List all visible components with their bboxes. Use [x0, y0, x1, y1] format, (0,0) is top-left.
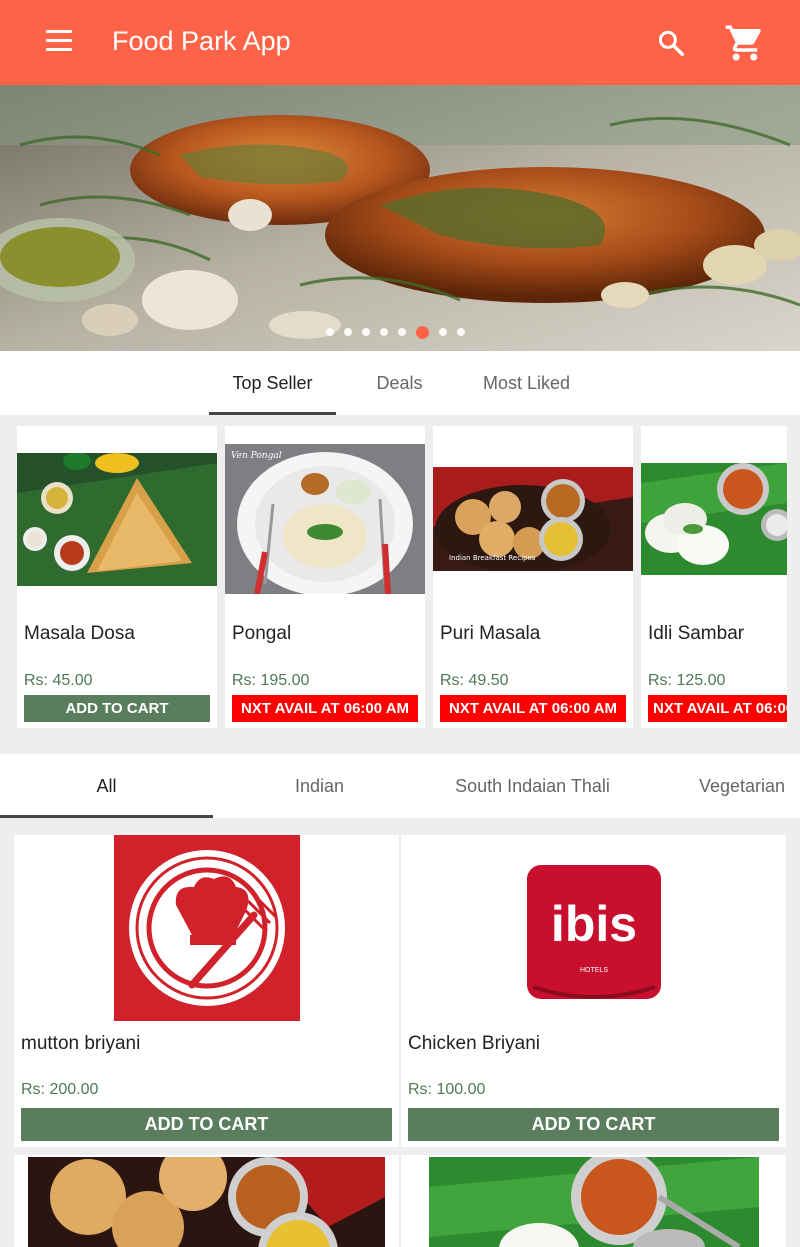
- logo-subtext: HOTELS: [580, 967, 608, 974]
- hero-image: [0, 85, 800, 351]
- tab-label: Indian: [294, 776, 345, 796]
- top-tabs: Top Seller Deals Most Liked: [0, 351, 800, 415]
- tab-top-seller[interactable]: Top Seller: [209, 351, 336, 415]
- restaurant-logo-image: [114, 835, 300, 1021]
- tab-label: Top Seller: [232, 373, 313, 393]
- product-image: [28, 1157, 385, 1247]
- menu-icon[interactable]: [46, 30, 72, 54]
- carousel-dot[interactable]: [457, 328, 465, 336]
- product-price: Rs: 100.00: [408, 1081, 486, 1098]
- product-image: [641, 463, 787, 575]
- carousel-dot[interactable]: [326, 328, 334, 336]
- product-image: [429, 1157, 759, 1247]
- logo-text: ibis: [551, 896, 637, 952]
- top-seller-list[interactable]: Masala Dosa Rs: 45.00 ADD TO CART Ven Po…: [0, 415, 800, 740]
- app-title: Food Park App: [112, 26, 291, 56]
- add-to-cart-button[interactable]: ADD TO CART: [24, 695, 210, 722]
- tab-label: South Indaian Thali: [455, 776, 610, 796]
- carousel-dot[interactable]: [344, 328, 352, 336]
- product-name: Chicken Briyani: [408, 1033, 540, 1054]
- restaurant-logo-image: ibis HOTELS: [527, 865, 661, 999]
- add-to-cart-button[interactable]: ADD TO CART: [21, 1108, 392, 1141]
- product-name: Idli Sambar: [648, 623, 745, 644]
- product-card[interactable]: Masala Dosa Rs: 45.00 ADD TO CART: [17, 426, 217, 728]
- product-image: Indian Breakfast Recipes: [433, 467, 633, 571]
- add-to-cart-button[interactable]: ADD TO CART: [408, 1108, 779, 1141]
- product-price: Rs: 45.00: [24, 672, 93, 689]
- next-available-button[interactable]: NXT AVAIL AT 06:00 AM: [440, 695, 626, 722]
- tab-south-indian-thali[interactable]: South Indaian Thali: [426, 754, 639, 818]
- product-grid[interactable]: mutton briyani Rs: 200.00 ADD TO CART ib…: [0, 818, 800, 1247]
- tab-indian[interactable]: Indian: [213, 754, 426, 818]
- image-caption: Indian Breakfast Recipes: [449, 554, 536, 562]
- carousel-dot-active[interactable]: [416, 325, 429, 339]
- product-card[interactable]: Ven Pongal Pongal Rs: 195.00 NXT AVAIL A…: [225, 426, 425, 728]
- tab-label: Vegetarian: [699, 776, 786, 796]
- carousel-dot[interactable]: [398, 328, 406, 336]
- image-caption: Ven Pongal: [231, 451, 282, 461]
- product-image: Ven Pongal: [225, 444, 425, 594]
- product-name: Puri Masala: [440, 623, 541, 644]
- product-card[interactable]: [401, 1155, 786, 1247]
- carousel-dot[interactable]: [380, 328, 388, 336]
- product-price: Rs: 200.00: [21, 1081, 99, 1098]
- tab-most-liked[interactable]: Most Liked: [463, 351, 590, 415]
- hero-banner[interactable]: [0, 85, 800, 351]
- tab-vegetarian[interactable]: Vegetarian: [639, 754, 800, 818]
- carousel-dot[interactable]: [439, 328, 447, 336]
- tab-label: All: [96, 776, 117, 796]
- product-price: Rs: 49.50: [440, 672, 509, 689]
- tab-label: Most Liked: [482, 373, 571, 393]
- product-card[interactable]: [14, 1155, 399, 1247]
- app-bar: Food Park App: [0, 0, 800, 85]
- cart-icon[interactable]: [724, 22, 766, 64]
- next-available-button[interactable]: NXT AVAIL AT 06:00 AM: [232, 695, 418, 722]
- product-card[interactable]: Indian Breakfast Recipes Puri Masala Rs:…: [433, 426, 633, 728]
- product-card[interactable]: Idli Sambar Rs: 125.00 NXT AVAIL AT 06:0…: [641, 426, 787, 728]
- search-icon[interactable]: [656, 28, 686, 58]
- product-name: Masala Dosa: [24, 623, 135, 644]
- product-card[interactable]: mutton briyani Rs: 200.00 ADD TO CART: [14, 835, 399, 1147]
- carousel-dot[interactable]: [362, 328, 370, 336]
- product-card[interactable]: ibis HOTELS Chicken Briyani Rs: 100.00 A…: [401, 835, 786, 1147]
- product-name: mutton briyani: [21, 1033, 141, 1054]
- tab-all[interactable]: All: [0, 754, 213, 818]
- next-available-button[interactable]: NXT AVAIL AT 06:00 AM: [648, 695, 787, 722]
- category-tabs: All Indian South Indaian Thali Vegetaria…: [0, 754, 800, 818]
- product-price: Rs: 125.00: [648, 672, 726, 689]
- product-name: Pongal: [232, 623, 292, 644]
- tab-deals[interactable]: Deals: [336, 351, 463, 415]
- carousel-indicator[interactable]: [326, 325, 465, 339]
- product-image: [17, 453, 217, 586]
- product-price: Rs: 195.00: [232, 672, 310, 689]
- tab-label: Deals: [376, 373, 423, 393]
